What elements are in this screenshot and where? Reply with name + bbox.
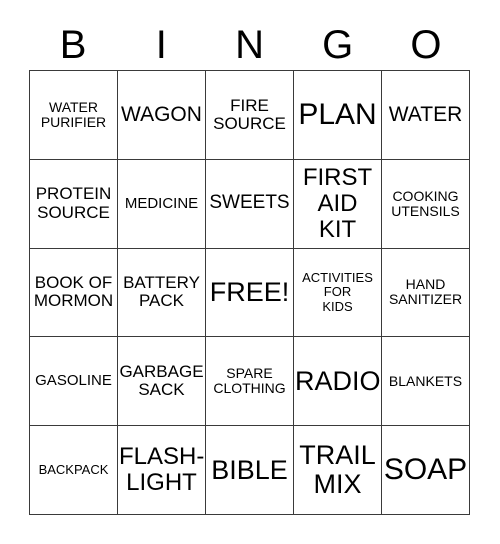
bingo-header-letter-b: B [59,23,87,67]
bingo-cell-label: GARBAGE SACK [119,361,204,400]
bingo-cell[interactable]: FLASH- LIGHT [118,426,206,515]
bingo-cell-label: SOAP [383,452,468,486]
bingo-cell[interactable]: ACTIVITIES FOR KIDS [294,248,382,338]
bingo-cell[interactable]: BOOK OF MORMON [30,248,118,338]
bingo-free-space-label: FREE! [209,276,290,307]
bingo-cell-label: WATER PURIFIER [40,98,107,130]
bingo-cell-label: FIRE SOURCE [213,95,286,133]
bingo-cell-label: ACTIVITIES FOR KIDS [302,270,373,314]
bingo-cell[interactable]: HAND SANITIZER [382,248,470,338]
bingo-header-letter-i: I [155,23,167,67]
bingo-row: WATER PURIFIER WAGON FIRE SOURCE PLAN WATER [30,71,470,160]
bingo-header: BINGO [29,20,470,70]
bingo-cell-label: SPARE CLOTHING [213,365,286,397]
bingo-cell[interactable]: GARBAGE SACK [118,337,206,427]
bingo-cell-label: BOOK OF MORMON [33,273,114,311]
bingo-cell[interactable]: WATER [382,71,470,160]
bingo-cell[interactable]: FIRE SOURCE [206,71,294,160]
bingo-cell-label: BACKPACK [38,462,109,478]
bingo-cell-label: COOKING UTENSILS [391,187,460,219]
bingo-cell[interactable]: GASOLINE [30,337,118,427]
bingo-cell-label: TRAIL MIX [299,439,376,500]
bingo-card: B I N G O WATER PURIFIER WAGON FIRE SOURCE PLAN… [0,0,500,544]
bingo-cell-label: WAGON [121,102,202,126]
bingo-row: BOOK OF MORMON BATTERY PACK FREE! ACTIVITIE… [30,248,470,338]
bingo-cell[interactable]: FIRST AID KIT [294,159,382,249]
bingo-cell-label: GASOLINE [35,372,112,390]
bingo-cell-label: BLANKETS [388,372,463,389]
bingo-cell[interactable]: BIBLE [206,426,294,515]
bingo-header-letter-g: G [322,23,354,67]
bingo-cell-label: PROTEIN SOURCE [35,184,112,222]
bingo-cell-label: FLASH- LIGHT [119,443,205,497]
bingo-grid: WATER PURIFIER WAGON FIRE SOURCE PLAN WATER P… [29,70,470,515]
bingo-cell[interactable]: PLAN [294,71,382,160]
bingo-cell[interactable]: TRAIL MIX [294,426,382,515]
bingo-cell-label: RADIO [295,365,381,396]
bingo-cell-label: MEDICINE [124,194,199,212]
bingo-cell-label: BATTERY PACK [123,273,200,311]
bingo-row: PROTEIN SOURCE MEDICINE SWEETS FIRST AID KI… [30,159,470,249]
bingo-cell-label: WATER [388,102,463,126]
bingo-cell[interactable]: WAGON [118,71,206,160]
bingo-row: GASOLINE GARBAGE SACK SPARE CLOTHING RADIO B… [30,337,470,427]
bingo-cell-label: FIRST AID KIT [302,163,373,243]
bingo-cell[interactable]: PROTEIN SOURCE [30,159,118,249]
bingo-cell-label: PLAN [298,97,377,131]
bingo-cell[interactable]: BACKPACK [30,426,118,515]
bingo-cell[interactable]: SWEETS [206,159,294,249]
bingo-cell[interactable]: BATTERY PACK [118,248,206,338]
bingo-cell[interactable]: COOKING UTENSILS [382,159,470,249]
bingo-header-letter-n: N [235,23,264,67]
bingo-cell-label: BIBLE [211,454,288,485]
bingo-cell-label: HAND SANITIZER [388,276,463,308]
bingo-free-space[interactable]: FREE! [206,248,294,338]
bingo-cell[interactable]: SPARE CLOTHING [206,337,294,427]
bingo-cell[interactable]: WATER PURIFIER [30,71,118,160]
bingo-row: BACKPACK FLASH- LIGHT BIBLE TRAIL MIX SOAP [30,426,470,515]
bingo-cell[interactable]: RADIO [294,337,382,427]
bingo-cell-label: SWEETS [209,192,290,214]
bingo-cell[interactable]: BLANKETS [382,337,470,427]
bingo-header-letter-o: O [410,23,442,67]
bingo-cell[interactable]: MEDICINE [118,159,206,249]
bingo-cell[interactable]: SOAP [382,426,470,515]
